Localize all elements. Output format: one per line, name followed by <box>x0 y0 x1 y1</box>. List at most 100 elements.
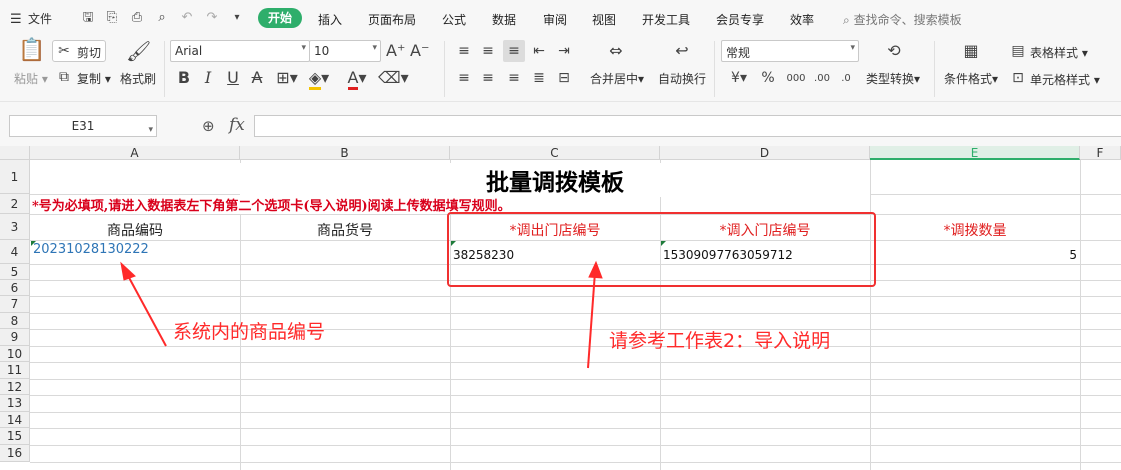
cell-e4-quantity[interactable]: 5 <box>870 248 1077 262</box>
row-header-12[interactable]: 12 <box>0 379 30 395</box>
number-format-select[interactable]: 常规 ▾ <box>721 40 859 62</box>
justify-icon[interactable]: ≣ <box>531 69 547 87</box>
file-menu[interactable]: ☰ 文件 <box>10 10 52 27</box>
required-fields-note[interactable]: *号为必填项,请进入数据表左下角第二个选项卡(导入说明)阅读上传数据填写规则。 <box>32 195 511 214</box>
tab-formulas[interactable]: 公式 <box>442 11 466 28</box>
insert-function-icon[interactable]: fx <box>229 115 245 135</box>
row-header-4[interactable]: 4 <box>0 240 30 264</box>
distribute-icon[interactable]: ⊟ <box>556 69 572 87</box>
formula-input[interactable] <box>254 115 1121 137</box>
row-header-13[interactable]: 13 <box>0 395 30 412</box>
align-bottom-icon[interactable]: ≡ <box>506 42 522 60</box>
redo-icon[interactable]: ↷ <box>204 10 220 26</box>
row-header-2[interactable]: 2 <box>0 194 30 214</box>
cell-style-button[interactable]: 单元格样式 ▾ <box>1030 71 1100 88</box>
clear-format-icon[interactable]: ⌫▾ <box>378 69 409 87</box>
quick-access-dropdown-icon[interactable]: ▾ <box>229 10 245 26</box>
align-center-icon[interactable]: ≡ <box>480 69 496 87</box>
tab-member[interactable]: 会员专享 <box>716 11 764 28</box>
type-convert-icon[interactable]: ⟲ <box>884 42 904 60</box>
table-style-icon[interactable]: ▤ <box>1010 42 1026 60</box>
wrap-text-icon[interactable]: ↩ <box>670 42 694 60</box>
export-icon[interactable]: ⎘ <box>104 10 120 26</box>
sheet-title[interactable]: 批量调拨模板 <box>240 163 870 197</box>
cell-style-label: 单元格样式 <box>1030 73 1091 87</box>
decrease-decimal-icon[interactable]: .0 <box>836 70 856 88</box>
row-header-6[interactable]: 6 <box>0 280 30 296</box>
tab-view[interactable]: 视图 <box>592 11 616 28</box>
format-painter-label[interactable]: 格式刷 <box>120 70 156 87</box>
undo-icon[interactable]: ↶ <box>179 10 195 26</box>
paste-button[interactable]: 粘贴 ▾ <box>14 70 48 87</box>
header-product-code[interactable]: 商品编码 <box>30 220 240 240</box>
indent-icon[interactable]: ⇥ <box>556 42 572 60</box>
name-box[interactable]: E31 ▾ <box>9 115 157 137</box>
row-header-16[interactable]: 16 <box>0 445 30 462</box>
tab-home[interactable]: 开始 <box>258 8 303 28</box>
strikethrough-icon[interactable]: A <box>249 69 265 87</box>
merge-center-button[interactable]: 合并居中▾ <box>590 70 644 87</box>
fill-color-icon[interactable]: ◈▾ <box>306 68 332 90</box>
outdent-icon[interactable]: ⇤ <box>531 42 547 60</box>
increase-decimal-icon[interactable]: .00 <box>812 70 832 88</box>
header-product-sku[interactable]: 商品货号 <box>240 220 450 240</box>
wrap-text-label[interactable]: 自动换行 <box>658 70 706 87</box>
tab-data[interactable]: 数据 <box>492 11 516 28</box>
column-header-f[interactable]: F <box>1080 146 1121 160</box>
font-color-icon[interactable]: A▾ <box>344 68 370 90</box>
tab-review[interactable]: 审阅 <box>543 11 567 28</box>
row-header-7[interactable]: 7 <box>0 296 30 313</box>
header-quantity[interactable]: *调拨数量 <box>870 220 1080 240</box>
paste-icon[interactable]: 📋 <box>18 40 45 62</box>
row-header-15[interactable]: 15 <box>0 428 30 445</box>
row-header-5[interactable]: 5 <box>0 264 30 280</box>
column-header-a[interactable]: A <box>30 146 240 160</box>
print-icon[interactable]: ⎙ <box>129 10 145 26</box>
tab-insert[interactable]: 插入 <box>318 11 342 28</box>
cell-a4-product-code[interactable]: 20231028130222 <box>33 242 149 257</box>
conditional-format-button[interactable]: 条件格式▾ <box>944 70 998 87</box>
row-header-9[interactable]: 9 <box>0 329 30 346</box>
font-size-select[interactable]: 10 ▾ <box>309 40 381 62</box>
column-header-c[interactable]: C <box>450 146 660 160</box>
column-header-e[interactable]: E <box>870 146 1080 160</box>
underline-icon[interactable]: U <box>225 69 241 87</box>
column-header-d[interactable]: D <box>660 146 870 160</box>
row-header-11[interactable]: 11 <box>0 362 30 379</box>
currency-icon[interactable]: ¥▾ <box>728 69 750 87</box>
align-middle-icon[interactable]: ≡ <box>480 42 496 60</box>
copy-icon[interactable]: ⧉ <box>56 68 72 86</box>
cell-style-icon[interactable]: ⊡ <box>1010 69 1026 87</box>
tab-efficiency[interactable]: 效率 <box>790 11 814 28</box>
table-style-button[interactable]: 表格样式 ▾ <box>1030 44 1088 61</box>
align-top-icon[interactable]: ≡ <box>456 42 472 60</box>
row-header-3[interactable]: 3 <box>0 214 30 240</box>
save-icon[interactable]: 🖫 <box>80 10 96 26</box>
merge-center-icon[interactable]: ⇔ <box>604 42 628 60</box>
type-convert-button[interactable]: 类型转换▾ <box>866 70 920 87</box>
row-header-14[interactable]: 14 <box>0 412 30 428</box>
tab-page-layout[interactable]: 页面布局 <box>368 11 416 28</box>
percent-icon[interactable]: % <box>760 69 776 87</box>
copy-button[interactable]: 复制 ▾ <box>77 70 111 87</box>
align-right-icon[interactable]: ≡ <box>506 69 522 87</box>
format-painter-icon[interactable]: 🖌 <box>126 41 151 61</box>
tab-developer[interactable]: 开发工具 <box>642 11 690 28</box>
print-preview-icon[interactable]: ⌕ <box>154 10 170 26</box>
select-all-corner[interactable] <box>0 146 30 160</box>
italic-icon[interactable]: I <box>200 69 216 87</box>
row-header-8[interactable]: 8 <box>0 313 30 329</box>
zoom-search-icon[interactable]: ⊕ <box>202 117 215 135</box>
command-search[interactable]: ⌕ 查找命令、搜索模板 <box>843 11 962 28</box>
font-name-select[interactable]: Arial ▾ <box>170 40 310 62</box>
bold-icon[interactable]: B <box>176 69 192 87</box>
align-left-icon[interactable]: ≡ <box>456 69 472 87</box>
thousands-icon[interactable]: 000 <box>786 70 806 88</box>
column-header-b[interactable]: B <box>240 146 450 160</box>
decrease-font-icon[interactable]: A⁻ <box>410 42 429 60</box>
row-header-1[interactable]: 1 <box>0 160 30 194</box>
border-icon[interactable]: ⊞▾ <box>274 69 300 87</box>
row-header-10[interactable]: 10 <box>0 346 30 362</box>
conditional-format-icon[interactable]: ▦ <box>960 42 982 60</box>
increase-font-icon[interactable]: A⁺ <box>386 42 405 60</box>
